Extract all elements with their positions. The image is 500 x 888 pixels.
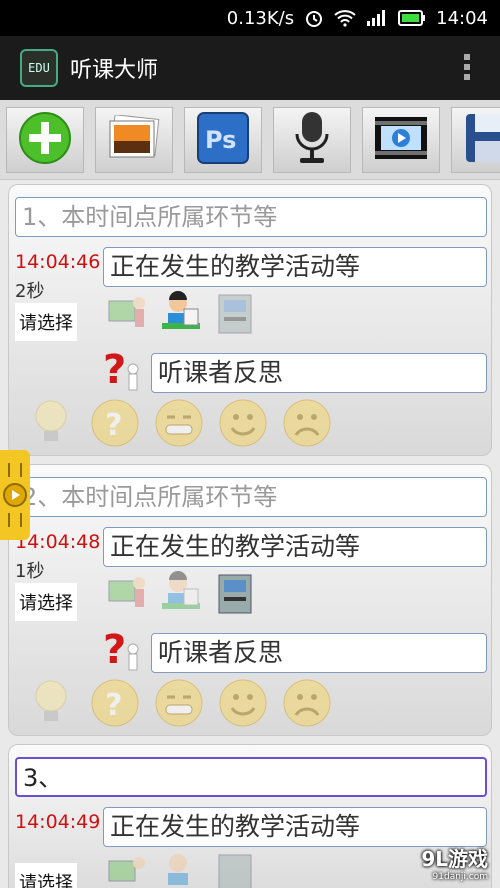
student-reading-icon[interactable] <box>157 569 205 617</box>
save-icon <box>463 111 500 169</box>
rating-icons: ? <box>25 397 333 449</box>
teacher-board-icon[interactable] <box>103 569 151 617</box>
watermark-brand: 9L游戏 <box>421 847 488 871</box>
photoshop-icon: Ps <box>196 111 250 169</box>
svg-text:?: ? <box>105 408 122 443</box>
side-drawer-handle[interactable] <box>0 450 30 540</box>
record-card: 3、 14:04:49 正在发生的教学活动等 请选择 <box>8 744 492 888</box>
grin-face-icon[interactable] <box>153 397 205 449</box>
smile-face-icon[interactable] <box>217 397 269 449</box>
atm-machine-icon[interactable] <box>211 849 259 888</box>
clock: 14:04 <box>436 7 488 29</box>
watermark-site: 91danji.com <box>432 872 488 882</box>
record-card: 2、本时间点所属环节等 14:04:48 1秒 正在发生的教学活动等 请选择 ?… <box>8 464 492 736</box>
activity-input[interactable]: 正在发生的教学活动等 <box>103 527 487 567</box>
record-card: 1、本时间点所属环节等 14:04:46 2秒 正在发生的教学活动等 请选择 ?… <box>8 184 492 456</box>
stage-input[interactable]: 2、本时间点所属环节等 <box>15 477 487 517</box>
atm-machine-icon[interactable] <box>211 289 259 337</box>
signal-icon <box>366 9 388 27</box>
battery-icon <box>398 10 426 26</box>
app-title: 听课大师 <box>70 58 159 83</box>
grin-face-icon[interactable] <box>153 677 205 729</box>
svg-text:?: ? <box>103 347 126 393</box>
status-bar: 0.13K/s 14:04 <box>0 0 500 36</box>
teacher-board-icon[interactable] <box>103 289 151 337</box>
gallery-icon <box>107 113 161 165</box>
grip-icon <box>8 463 22 477</box>
activity-input[interactable]: 正在发生的教学活动等 <box>103 807 487 847</box>
wifi-icon <box>334 9 356 27</box>
category-select[interactable]: 请选择 <box>15 303 77 341</box>
category-select[interactable]: 请选择 <box>15 583 77 621</box>
teacher-board-icon[interactable] <box>103 849 151 888</box>
svg-text:?: ? <box>103 627 126 673</box>
play-icon <box>3 483 27 507</box>
save-button[interactable] <box>451 106 500 173</box>
student-reading-icon[interactable] <box>157 849 205 888</box>
question-figure-icon: ? <box>103 627 139 673</box>
student-reading-icon[interactable] <box>157 289 205 337</box>
record-video-button[interactable] <box>362 106 440 173</box>
question-figure-icon: ? <box>103 347 139 393</box>
media-toolbar: Ps <box>0 100 500 180</box>
svg-text:Ps: Ps <box>205 126 236 154</box>
microphone-icon <box>292 110 332 170</box>
svg-text:?: ? <box>105 688 122 723</box>
image-button[interactable] <box>95 106 173 173</box>
record-audio-button[interactable] <box>273 106 351 173</box>
duration: 2秒 <box>15 281 45 302</box>
action-bar: EDU 听课大师 <box>0 36 500 100</box>
network-speed: 0.13K/s <box>226 7 295 29</box>
video-icon <box>373 115 429 165</box>
activity-input[interactable]: 正在发生的教学活动等 <box>103 247 487 287</box>
app-logo: EDU <box>20 49 58 87</box>
timestamp: 14:04:49 <box>15 811 101 833</box>
activity-type-icons <box>103 849 259 888</box>
stage-input[interactable]: 1、本时间点所属环节等 <box>15 197 487 237</box>
overflow-menu-icon[interactable] <box>464 54 470 80</box>
question-face-icon[interactable]: ? <box>89 677 141 729</box>
atm-machine-icon[interactable] <box>211 569 259 617</box>
add-icon <box>18 111 72 169</box>
rating-icons: ? <box>25 677 333 729</box>
grip-icon <box>8 513 22 527</box>
add-button[interactable] <box>6 106 84 173</box>
activity-type-icons <box>103 289 259 337</box>
watermark: 9L游戏 91danji.com <box>421 843 488 882</box>
timestamp: 14:04:46 <box>15 251 101 273</box>
reflection-input[interactable]: 听课者反思 <box>151 353 487 393</box>
sad-face-icon[interactable] <box>281 397 333 449</box>
reflection-input[interactable]: 听课者反思 <box>151 633 487 673</box>
sad-face-icon[interactable] <box>281 677 333 729</box>
question-face-icon[interactable]: ? <box>89 397 141 449</box>
activity-type-icons <box>103 569 259 617</box>
photoshop-button[interactable]: Ps <box>184 106 262 173</box>
lightbulb-icon[interactable] <box>25 677 77 729</box>
stage-input[interactable]: 3、 <box>15 757 487 797</box>
category-select[interactable]: 请选择 <box>15 863 77 888</box>
smile-face-icon[interactable] <box>217 677 269 729</box>
lightbulb-icon[interactable] <box>25 397 77 449</box>
alarm-icon <box>304 8 324 28</box>
duration: 1秒 <box>15 561 45 582</box>
